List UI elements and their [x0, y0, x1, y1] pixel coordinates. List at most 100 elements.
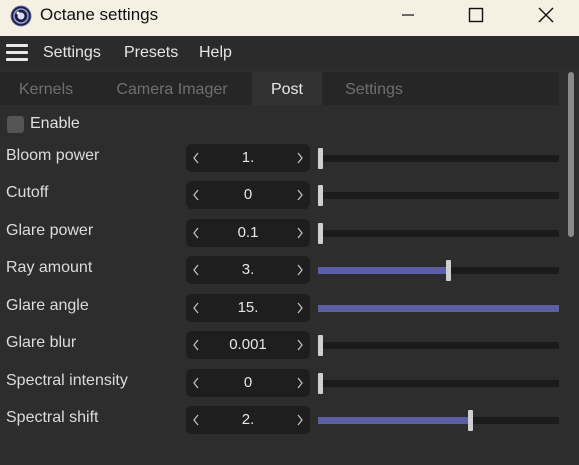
increment-button[interactable]: [290, 144, 310, 172]
value-spinner[interactable]: 0.1: [186, 219, 310, 247]
value-field[interactable]: 0: [206, 374, 290, 391]
chevron-right-icon: [297, 339, 303, 351]
decrement-button[interactable]: [186, 331, 206, 359]
decrement-button[interactable]: [186, 406, 206, 434]
decrement-button[interactable]: [186, 219, 206, 247]
value-slider[interactable]: [318, 305, 559, 312]
param-row: Glare power 0.1: [0, 219, 559, 247]
value-field[interactable]: 1.: [206, 149, 290, 166]
menu-bar: Settings Presets Help: [0, 36, 579, 70]
value-slider[interactable]: [318, 223, 559, 244]
value-slider[interactable]: [318, 335, 559, 356]
value-field[interactable]: 0.001: [206, 336, 290, 353]
slider-handle[interactable]: [318, 335, 323, 356]
slider-handle[interactable]: [318, 148, 323, 169]
title-bar: Octane settings: [0, 0, 579, 36]
value-field[interactable]: 3.: [206, 261, 290, 278]
value-field[interactable]: 0.1: [206, 224, 290, 241]
chevron-left-icon: [193, 377, 199, 389]
chevron-left-icon: [193, 227, 199, 239]
param-row: Glare blur 0.001: [0, 331, 559, 359]
value-slider[interactable]: [318, 185, 559, 206]
chevron-right-icon: [297, 264, 303, 276]
value-field[interactable]: 15.: [206, 299, 290, 316]
chevron-left-icon: [193, 414, 199, 426]
tab-bar: Kernels Camera Imager Post Settings: [0, 72, 559, 105]
value-spinner[interactable]: 15.: [186, 294, 310, 322]
chevron-left-icon: [193, 152, 199, 164]
chevron-right-icon: [297, 227, 303, 239]
value-spinner[interactable]: 0: [186, 369, 310, 397]
increment-button[interactable]: [290, 219, 310, 247]
increment-button[interactable]: [290, 256, 310, 284]
slider-handle[interactable]: [318, 185, 323, 206]
value-field[interactable]: 2.: [206, 411, 290, 428]
param-row: Cutoff 0: [0, 181, 559, 209]
tab-post[interactable]: Post: [252, 72, 322, 105]
value-spinner[interactable]: 1.: [186, 144, 310, 172]
chevron-right-icon: [297, 152, 303, 164]
value-slider[interactable]: [318, 148, 559, 169]
menu-presets[interactable]: Presets: [124, 44, 178, 62]
tab-camera-imager[interactable]: Camera Imager: [100, 72, 244, 105]
increment-button[interactable]: [290, 181, 310, 209]
param-label: Cutoff: [6, 184, 49, 201]
value-slider[interactable]: [318, 410, 559, 431]
slider-handle[interactable]: [468, 410, 473, 431]
minimize-icon: [402, 14, 414, 16]
param-label: Spectral shift: [6, 409, 99, 426]
chevron-right-icon: [297, 377, 303, 389]
maximize-button[interactable]: [442, 0, 510, 30]
slider-handle[interactable]: [318, 223, 323, 244]
param-label: Glare power: [6, 222, 94, 239]
param-label: Spectral intensity: [6, 372, 128, 389]
value-spinner[interactable]: 0: [186, 181, 310, 209]
value-spinner[interactable]: 0.001: [186, 331, 310, 359]
param-row: Ray amount 3.: [0, 256, 559, 284]
slider-fill: [318, 417, 470, 424]
chevron-left-icon: [193, 339, 199, 351]
slider-handle[interactable]: [318, 373, 323, 394]
chevron-left-icon: [193, 189, 199, 201]
octane-logo-icon: [10, 5, 32, 27]
value-spinner[interactable]: 3.: [186, 256, 310, 284]
increment-button[interactable]: [290, 369, 310, 397]
value-spinner[interactable]: 2.: [186, 406, 310, 434]
menu-settings[interactable]: Settings: [43, 44, 101, 62]
increment-button[interactable]: [290, 294, 310, 322]
menu-help[interactable]: Help: [199, 44, 232, 62]
chevron-right-icon: [297, 414, 303, 426]
param-label: Bloom power: [6, 147, 100, 164]
enable-checkbox[interactable]: [7, 116, 24, 133]
increment-button[interactable]: [290, 331, 310, 359]
param-row: Spectral intensity 0: [0, 369, 559, 397]
chevron-left-icon: [193, 302, 199, 314]
close-icon: [538, 7, 554, 23]
tab-settings[interactable]: Settings: [330, 72, 418, 105]
slider-fill: [318, 305, 559, 312]
param-row: Spectral shift 2.: [0, 406, 559, 434]
decrement-button[interactable]: [186, 144, 206, 172]
value-slider[interactable]: [318, 260, 559, 281]
maximize-icon: [468, 7, 484, 23]
hamburger-menu-icon[interactable]: [6, 44, 28, 62]
param-label: Glare blur: [6, 334, 77, 351]
chevron-right-icon: [297, 302, 303, 314]
scrollbar-thumb[interactable]: [568, 72, 574, 237]
slider-handle[interactable]: [446, 260, 451, 281]
tab-kernels[interactable]: Kernels: [0, 72, 92, 105]
decrement-button[interactable]: [186, 369, 206, 397]
decrement-button[interactable]: [186, 294, 206, 322]
minimize-button[interactable]: [374, 0, 442, 30]
increment-button[interactable]: [290, 406, 310, 434]
param-label: Ray amount: [6, 259, 93, 276]
value-field[interactable]: 0: [206, 186, 290, 203]
enable-label: Enable: [30, 115, 80, 132]
chevron-right-icon: [297, 189, 303, 201]
param-row: Bloom power 1.: [0, 144, 559, 172]
decrement-button[interactable]: [186, 256, 206, 284]
value-slider[interactable]: [318, 373, 559, 394]
decrement-button[interactable]: [186, 181, 206, 209]
close-button[interactable]: [512, 0, 579, 30]
slider-fill: [318, 267, 448, 274]
